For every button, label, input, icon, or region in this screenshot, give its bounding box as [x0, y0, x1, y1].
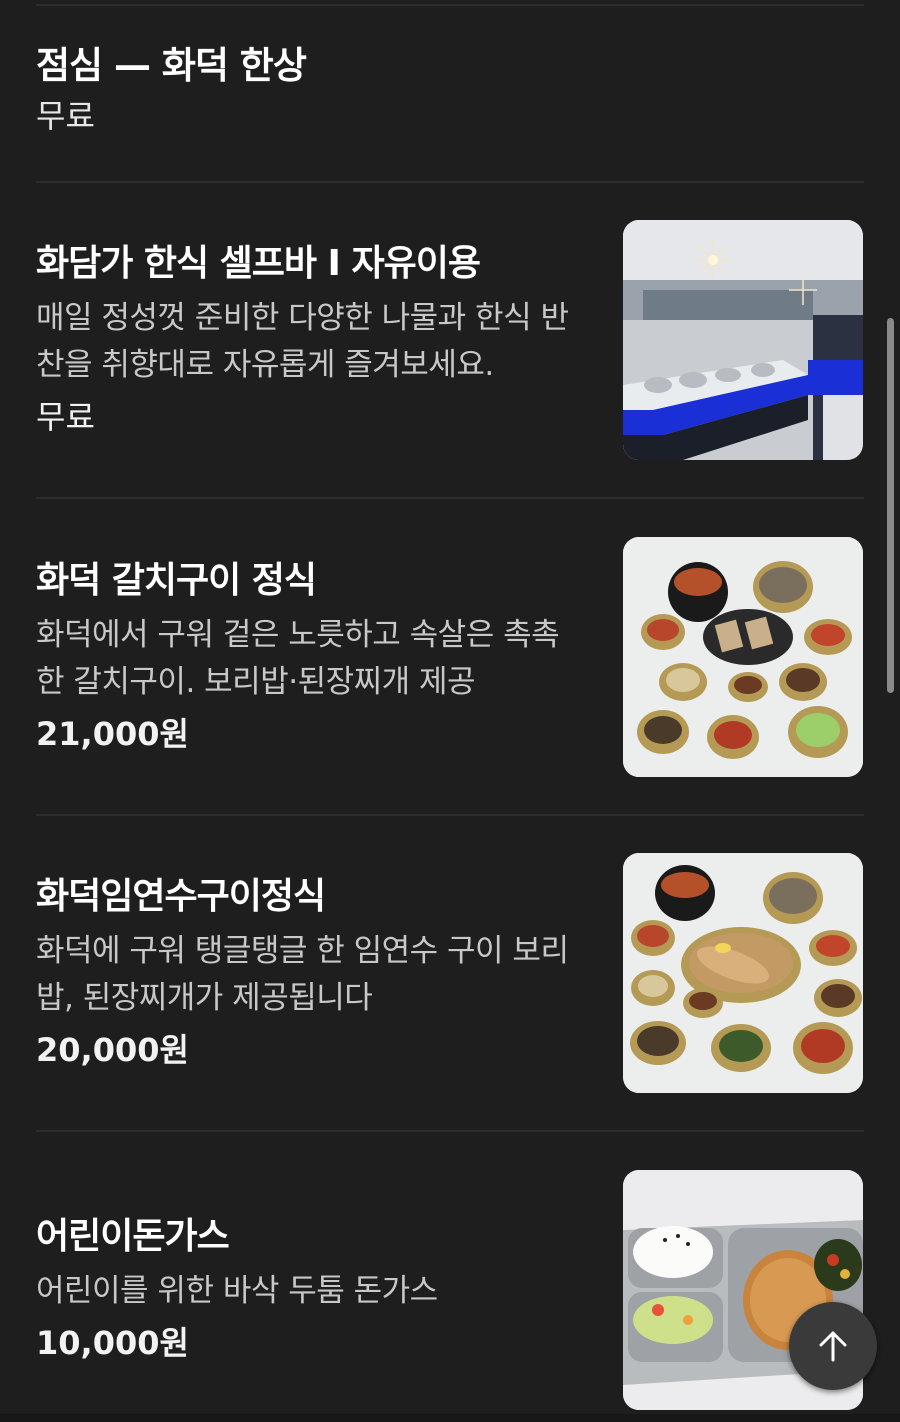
divider: [36, 181, 864, 183]
menu-item-price: 21,000원: [36, 714, 189, 753]
section-title: 점심 — 화덕 한상: [36, 44, 307, 87]
menu-item-name: 화덕임연수구이정식: [36, 875, 326, 917]
divider: [36, 497, 864, 499]
menu-item-galchi[interactable]: 화덕 갈치구이 정식 화덕에서 구워 겉은 노릇하고 속살은 촉촉 한 갈치구이…: [36, 537, 863, 777]
menu-item-name: 어린이돈가스: [36, 1216, 230, 1257]
menu-item-description: 화덕에서 구워 겉은 노릇하고 속살은 촉촉 한 갈치구이. 보리밥·된장찌개 …: [36, 612, 592, 706]
scrollbar[interactable]: [887, 318, 894, 693]
self-bar-photo: [623, 220, 863, 460]
divider: [36, 814, 864, 816]
description-line: 화덕에 구워 탱글탱글 한 임연수 구이 보리: [36, 932, 569, 969]
description-line: 한 갈치구이. 보리밥·된장찌개 제공: [36, 663, 476, 700]
description-line: 화덕에서 구워 겉은 노릇하고 속살은 촉촉: [36, 616, 560, 653]
section-price: 무료: [36, 97, 95, 135]
description-line: 매일 정성껏 준비한 다양한 나물과 한식 반: [36, 299, 569, 336]
galchi-set-photo: [623, 537, 863, 777]
arrow-up-icon: [819, 1331, 847, 1362]
menu-item-text: 화덕 갈치구이 정식 화덕에서 구워 겉은 노릇하고 속살은 촉촉 한 갈치구이…: [36, 537, 592, 777]
bottom-edge: [0, 1414, 900, 1422]
description-line: 어린이를 위한 바삭 두툼 돈가스: [36, 1273, 438, 1309]
divider: [36, 1130, 864, 1132]
menu-item-name: 화덕 갈치구이 정식: [36, 559, 317, 601]
description-line: 밥, 된장찌개가 제공됩니다: [36, 979, 373, 1016]
menu-item-self-bar[interactable]: 화담가 한식 셀프바 I 자유이용 매일 정성껏 준비한 다양한 나물과 한식 …: [36, 220, 863, 460]
menu-item-price: 10,000원: [36, 1324, 189, 1362]
menu-item-price: 20,000원: [36, 1030, 189, 1069]
top-divider: [36, 4, 864, 6]
menu-item-kids-donkatsu[interactable]: 어린이돈가스 어린이를 위한 바삭 두툼 돈가스 10,000원: [36, 1170, 863, 1410]
menu-item-description: 화덕에 구워 탱글탱글 한 임연수 구이 보리 밥, 된장찌개가 제공됩니다: [36, 928, 592, 1022]
description-line: 찬을 취향대로 자유롭게 즐겨보세요.: [36, 346, 494, 383]
menu-item-description: 매일 정성껏 준비한 다양한 나물과 한식 반 찬을 취향대로 자유롭게 즐겨보…: [36, 295, 592, 389]
menu-item-text: 어린이돈가스 어린이를 위한 바삭 두툼 돈가스 10,000원: [36, 1170, 592, 1410]
menu-item-imyeonsu[interactable]: 화덕임연수구이정식 화덕에 구워 탱글탱글 한 임연수 구이 보리 밥, 된장찌…: [36, 853, 863, 1093]
imyeonsu-set-photo: [623, 853, 863, 1093]
menu-section-header: 점심 — 화덕 한상 무료: [36, 40, 307, 140]
menu-item-text: 화덕임연수구이정식 화덕에 구워 탱글탱글 한 임연수 구이 보리 밥, 된장찌…: [36, 853, 592, 1093]
menu-item-description: 어린이를 위한 바삭 두툼 돈가스: [36, 1268, 592, 1315]
scroll-to-top-button[interactable]: [789, 1302, 877, 1390]
menu-item-name: 화담가 한식 셀프바 I 자유이용: [36, 242, 481, 284]
menu-item-text: 화담가 한식 셀프바 I 자유이용 매일 정성껏 준비한 다양한 나물과 한식 …: [36, 220, 592, 460]
menu-item-price: 무료: [36, 397, 95, 436]
